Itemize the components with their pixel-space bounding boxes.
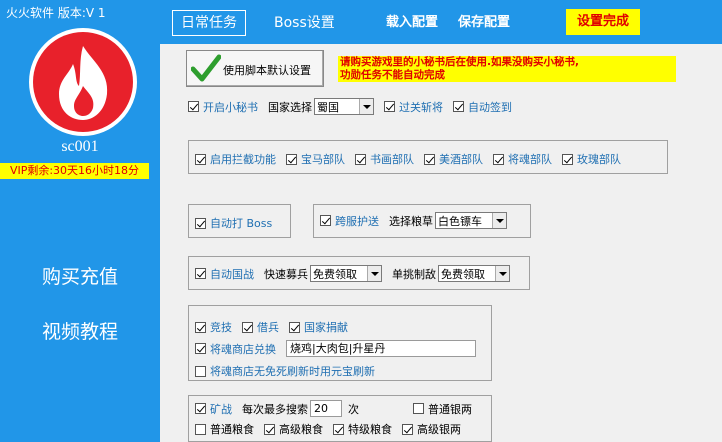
tab-daily-tasks[interactable]: 日常任务	[172, 10, 246, 36]
auto-war-label: 自动国战	[210, 267, 254, 281]
finish-settings-button[interactable]: 设置完成	[566, 9, 640, 35]
jianghun-checkbox[interactable]	[493, 153, 504, 165]
main-panel: 使用脚本默认设置 请购买游戏里的小秘书后在使用.如果没购买小秘书, 功勋任务不能…	[160, 44, 722, 442]
auto-boss-label: 自动打 Boss	[210, 217, 273, 230]
vip-remaining: VIP剩余:30天16小时18分	[0, 163, 149, 179]
shop-refresh-checkbox[interactable]	[195, 365, 206, 377]
notice-line: 请购买游戏里的小秘书后在使用.如果没购买小秘书,	[340, 56, 579, 68]
single-select[interactable]: 免费领取	[438, 265, 510, 282]
donate-checkbox[interactable]	[289, 321, 300, 333]
row-misc: 竞技 借兵 国家捐献	[195, 319, 358, 335]
grain-label: 选择粮草	[389, 214, 433, 228]
flame-logo-icon	[29, 28, 137, 136]
recruit-select[interactable]: 免费领取	[310, 265, 382, 282]
intercept-label: 启用拦截功能	[210, 153, 276, 166]
recruit-value: 免费领取	[313, 267, 357, 281]
use-default-settings-button[interactable]: 使用脚本默认设置	[186, 50, 324, 87]
notice-banner: 请购买游戏里的小秘书后在使用.如果没购买小秘书, 功勋任务不能自动完成	[338, 56, 676, 82]
advanced-silver-label: 高级银两	[417, 423, 461, 436]
borrow-troops-checkbox[interactable]	[242, 321, 253, 333]
mine-label: 矿战	[210, 402, 232, 416]
row-shop: 将魂商店兑换 烧鸡|大肉包|升星丹	[195, 340, 476, 357]
single-label: 单挑制敌	[392, 267, 436, 281]
arena-checkbox[interactable]	[195, 321, 206, 333]
tab-bar: 日常任务 Boss设置 载入配置 保存配置 设置完成	[160, 0, 722, 44]
load-config-button[interactable]: 载入配置	[386, 10, 438, 36]
meijiu-label: 美酒部队	[439, 153, 483, 166]
search-label: 每次最多搜索	[242, 402, 308, 416]
tab-boss-settings[interactable]: Boss设置	[274, 10, 335, 36]
normal-grain-checkbox[interactable]	[195, 423, 206, 435]
cross-escort-checkbox[interactable]	[320, 215, 331, 226]
row-escort: 跨服护送 选择粮草 白色镖车	[320, 212, 517, 229]
shop-refresh-label: 将魂商店无免死刷新时用元宝刷新	[210, 365, 375, 378]
shuhua-label: 书画部队	[370, 153, 414, 166]
chevron-down-icon	[495, 266, 509, 281]
normal-grain-label: 普通粮食	[210, 423, 254, 436]
row-auto-boss: 自动打 Boss	[195, 215, 282, 231]
shop-exchange-checkbox[interactable]	[195, 343, 206, 354]
advanced-grain-checkbox[interactable]	[264, 423, 275, 435]
shop-items-input[interactable]: 烧鸡|大肉包|升星丹	[286, 340, 476, 357]
single-value: 免费领取	[441, 267, 485, 281]
notice-line: 功勋任务不能自动完成	[340, 69, 445, 81]
meigui-label: 玫瑰部队	[577, 153, 621, 166]
shuhua-checkbox[interactable]	[355, 153, 366, 165]
meijiu-checkbox[interactable]	[424, 153, 435, 165]
row-grain: 普通粮食 高级粮食 特级粮食 高级银两	[195, 421, 471, 437]
row-war: 自动国战 快速募兵 免费领取 单挑制敌 免费领取	[195, 265, 520, 282]
mine-checkbox[interactable]	[195, 403, 206, 414]
arena-label: 竞技	[210, 321, 232, 334]
normal-silver-label: 普通银两	[428, 402, 472, 416]
country-value: 蜀国	[317, 100, 339, 114]
auto-war-checkbox[interactable]	[195, 268, 206, 279]
pass-general-label: 过关斩将	[399, 100, 443, 114]
chevron-down-icon	[492, 213, 506, 228]
country-label: 国家选择	[268, 100, 312, 114]
search-count-input[interactable]: 20	[310, 400, 342, 417]
country-select[interactable]: 蜀国	[314, 98, 374, 115]
green-check-icon	[191, 54, 221, 82]
cross-escort-label: 跨服护送	[335, 214, 379, 228]
buy-recharge-link[interactable]: 购买充值	[0, 262, 160, 289]
donate-label: 国家捐献	[304, 321, 348, 334]
advanced-grain-label: 高级粮食	[279, 423, 323, 436]
recruit-label: 快速募兵	[264, 267, 308, 281]
window-title: 火火软件 版本:V 1	[6, 6, 106, 20]
row-basic: 开启小秘书 国家选择 蜀国 过关斩将 自动签到	[188, 98, 522, 115]
sidebar: 火火软件 版本:V 1 sc001 VIP剩余:30天16小时18分 购买充值 …	[0, 0, 160, 442]
secretary-checkbox[interactable]	[188, 101, 199, 112]
grain-value: 白色镖车	[438, 214, 482, 228]
row-mine: 矿战 每次最多搜索 20 次 普通银两	[195, 400, 482, 417]
secretary-label: 开启小秘书	[203, 100, 258, 114]
intercept-checkbox[interactable]	[195, 153, 206, 165]
auto-sign-checkbox[interactable]	[453, 101, 464, 112]
chevron-down-icon	[367, 266, 381, 281]
meigui-checkbox[interactable]	[562, 153, 573, 165]
default-button-label: 使用脚本默认设置	[223, 64, 311, 77]
search-unit: 次	[348, 402, 359, 416]
special-grain-label: 特级粮食	[348, 423, 392, 436]
pass-general-checkbox[interactable]	[384, 101, 395, 112]
row-shop-refresh: 将魂商店无免死刷新时用元宝刷新	[195, 363, 385, 379]
special-grain-checkbox[interactable]	[333, 423, 344, 435]
grain-select[interactable]: 白色镖车	[435, 212, 507, 229]
normal-silver-checkbox[interactable]	[413, 403, 424, 414]
jianghun-label: 将魂部队	[508, 153, 552, 166]
shop-exchange-label: 将魂商店兑换	[210, 342, 276, 356]
advanced-silver-checkbox[interactable]	[402, 423, 413, 435]
video-tutorial-link[interactable]: 视频教程	[0, 317, 160, 344]
auto-boss-checkbox[interactable]	[195, 217, 206, 229]
chevron-down-icon	[359, 99, 373, 114]
baoma-checkbox[interactable]	[286, 153, 297, 165]
save-config-button[interactable]: 保存配置	[458, 10, 510, 36]
borrow-troops-label: 借兵	[257, 321, 279, 334]
auto-sign-label: 自动签到	[468, 100, 512, 114]
username: sc001	[61, 138, 99, 155]
row-intercept: 启用拦截功能 宝马部队 书画部队 美酒部队 将魂部队 玫瑰部队	[195, 151, 631, 167]
baoma-label: 宝马部队	[301, 153, 345, 166]
